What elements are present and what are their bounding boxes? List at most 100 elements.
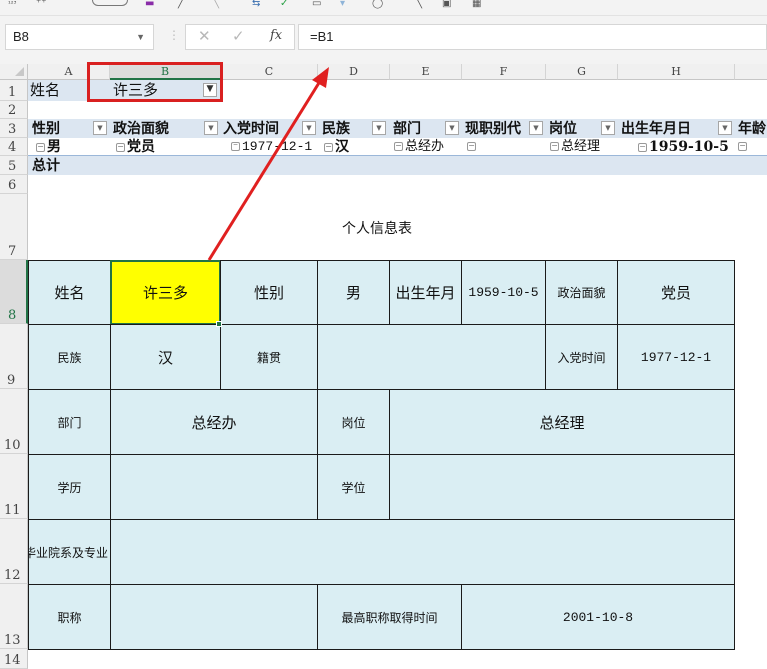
row-header-1[interactable]: 1 [0, 80, 28, 101]
collapse-icon[interactable]: − [324, 142, 333, 152]
redo-icon[interactable]: ╲ [213, 0, 219, 10]
row-header-5[interactable]: 5 [0, 156, 28, 175]
pivot-value-text: 1959-10-5 [649, 139, 729, 155]
pivot-value-text: 总经办 [405, 139, 445, 154]
row-header-6[interactable]: 6 [0, 175, 28, 194]
form-education-label: 学历 [28, 454, 111, 520]
formula-input[interactable]: =B1 [298, 24, 767, 50]
pivot-rank-dropdown[interactable]: ▼ [529, 121, 543, 135]
row-header-14[interactable]: 14 [0, 649, 28, 669]
row-header-11[interactable]: 11 [0, 454, 28, 519]
pivot-value-post: − 总经理 [550, 138, 600, 156]
chevron-down-icon[interactable]: ▼ [136, 25, 145, 49]
pivot-gender-dropdown[interactable]: ▼ [93, 121, 107, 135]
column-header-d[interactable]: D [318, 64, 390, 80]
pivot-post-dropdown[interactable]: ▼ [601, 121, 615, 135]
collapse-icon[interactable]: − [116, 142, 125, 152]
form-school-value[interactable] [110, 519, 735, 585]
form-degree-value[interactable] [389, 454, 735, 520]
sort-icon[interactable]: ▾ [340, 0, 345, 10]
filter-icon[interactable]: ◯ [372, 0, 383, 10]
row-header-8[interactable]: 8 [0, 260, 28, 324]
form-gender-value[interactable]: 男 [317, 260, 390, 325]
pivot-ethnicity-dropdown[interactable]: ▼ [372, 121, 386, 135]
collapse-icon[interactable]: − [36, 142, 45, 152]
pivot-political-dropdown[interactable]: ▼ [204, 121, 218, 135]
pivot-header-political: 政治面貌 [113, 121, 169, 137]
column-header-c[interactable]: C [221, 64, 318, 80]
pivot-birth-dropdown[interactable]: ▼ [718, 121, 732, 135]
row-header-10[interactable]: 10 [0, 389, 28, 454]
form-degree-label: 学位 [317, 454, 390, 520]
pivot-dept-dropdown[interactable]: ▼ [445, 121, 459, 135]
pivot-party-date-dropdown[interactable]: ▼ [302, 121, 316, 135]
undo-icon[interactable]: ╱ [178, 0, 184, 10]
drag-handle-icon[interactable]: ⋮ [168, 28, 180, 42]
form-title-label: 职称 [28, 584, 111, 650]
collapse-icon[interactable]: − [231, 142, 240, 152]
pivot-header-birth: 出生年月日 [621, 121, 691, 137]
row-header-7[interactable]: 7 [0, 194, 28, 260]
cancel-icon[interactable]: ✕ [198, 27, 211, 45]
column-header-h[interactable]: H [618, 64, 735, 80]
column-header-e[interactable]: E [390, 64, 462, 80]
collapse-icon[interactable]: − [738, 142, 747, 151]
form-native-value[interactable] [317, 324, 546, 390]
save-icon[interactable]: ▬ [145, 0, 154, 10]
column-header-f[interactable]: F [462, 64, 546, 80]
form-ethnicity-value[interactable]: 汉 [110, 324, 221, 390]
row-header-13[interactable]: 13 [0, 584, 28, 649]
pivot-header-party-date: 入党时间 [223, 121, 279, 137]
pivot-header-ethnicity: 民族 [322, 121, 350, 137]
column-header-g[interactable]: G [546, 64, 618, 80]
pivot-value-text: 党员 [127, 139, 155, 155]
form-political-value[interactable]: 党员 [617, 260, 735, 325]
calculator-icon[interactable]: ▦ [472, 0, 481, 10]
collapse-icon[interactable]: − [394, 142, 403, 151]
formula-buttons: ✕ ✓ fx [185, 24, 295, 50]
form-title: 个人信息表 [342, 221, 412, 237]
zoom-icon[interactable]: ╲ [416, 0, 422, 10]
pivot-header-dept: 部门 [393, 121, 421, 137]
track-changes-icon[interactable]: ⇆ [252, 0, 260, 10]
row-header-4[interactable]: 4 [0, 138, 28, 156]
pivot-header-gender: 性别 [32, 121, 60, 137]
select-all-button[interactable] [0, 64, 28, 80]
form-party-date-label: 入党时间 [545, 324, 618, 390]
pivot-value-birth: −1959-10-5 [638, 138, 729, 156]
form-title-value[interactable] [110, 584, 318, 650]
form-education-value[interactable] [110, 454, 318, 520]
pivot-value-text: 汉 [335, 139, 349, 155]
collapse-icon[interactable]: − [550, 142, 559, 151]
row-header-2[interactable]: 2 [0, 101, 28, 119]
form-dept-value[interactable]: 总经办 [110, 389, 318, 455]
sheet-icon[interactable]: ▭ [312, 0, 321, 10]
camera-icon[interactable]: ▣ [442, 0, 451, 10]
number-format-icon[interactable]: ¹²³ [8, 0, 16, 10]
form-title-date-value[interactable]: 2001-10-8 [461, 584, 735, 650]
form-political-label: 政治面貌 [545, 260, 618, 325]
name-box[interactable]: B8 ▼ [5, 24, 154, 50]
row-header-12[interactable]: 12 [0, 519, 28, 584]
form-post-value[interactable]: 总经理 [389, 389, 735, 455]
enter-icon[interactable]: ✓ [232, 27, 245, 45]
search-box-icon[interactable] [92, 0, 128, 6]
pivot-value-dept: − 总经办 [394, 138, 444, 156]
column-header-i[interactable] [735, 64, 767, 80]
row-header-9[interactable]: 9 [0, 324, 28, 389]
font-size-icon[interactable]: ⁺⁺ [36, 0, 47, 10]
collapse-icon[interactable]: − [467, 142, 476, 151]
form-ethnicity-label: 民族 [28, 324, 111, 390]
form-birth-value[interactable]: 1959-10-5 [461, 260, 546, 325]
fill-handle[interactable] [216, 321, 222, 327]
row-header-3[interactable]: 3 [0, 119, 28, 138]
collapse-icon[interactable]: − [638, 142, 647, 152]
insert-function-icon[interactable]: fx [270, 28, 282, 43]
form-name-value-cell[interactable]: 许三多 [110, 260, 221, 325]
form-school-label: 毕业院系及专业 [28, 519, 111, 585]
form-native-label: 籍贯 [220, 324, 318, 390]
form-post-label: 岗位 [317, 389, 390, 455]
accept-icon[interactable]: ✓ [280, 0, 288, 10]
pivot-header-rank: 现职别代 [465, 121, 521, 137]
form-party-date-value[interactable]: 1977-12-1 [617, 324, 735, 390]
